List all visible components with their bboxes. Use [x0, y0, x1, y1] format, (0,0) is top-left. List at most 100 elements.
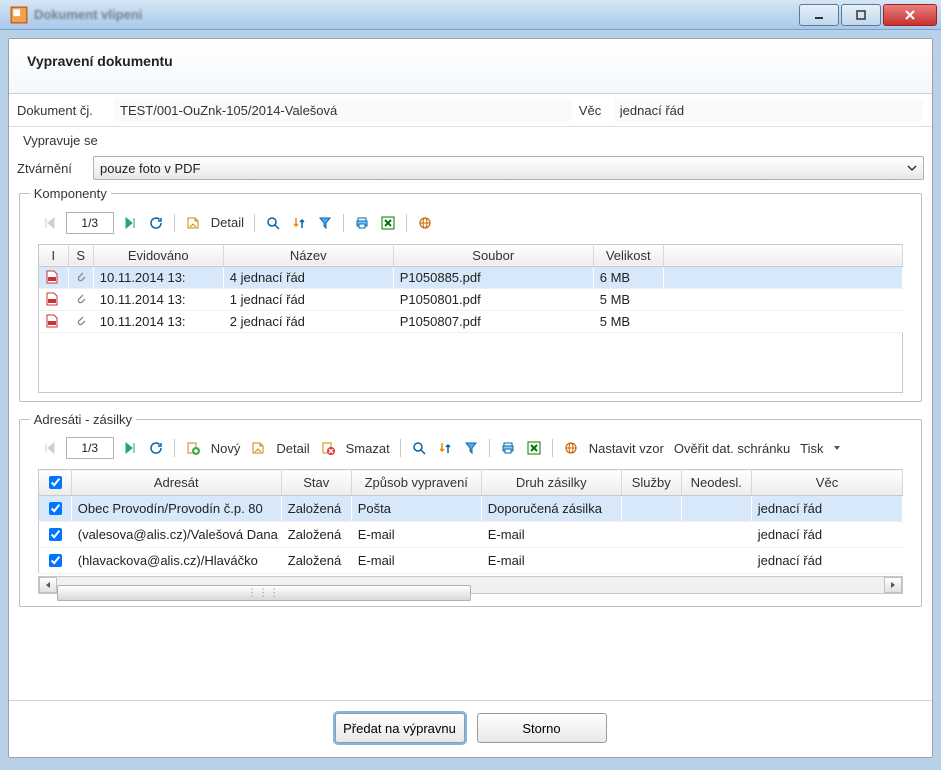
- komponenty-legend: Komponenty: [30, 186, 111, 201]
- overit-label[interactable]: Ověřit dat. schránku: [672, 441, 792, 456]
- detail-button[interactable]: [183, 212, 203, 234]
- col-druh[interactable]: Druh zásilky: [481, 470, 621, 496]
- table-row[interactable]: 10.11.2014 13:4 jednací řádP1050885.pdf6…: [38, 266, 903, 288]
- clip-icon: [68, 266, 93, 288]
- cell-druh: E-mail: [481, 548, 621, 574]
- detail-button[interactable]: [248, 437, 268, 459]
- detail-label[interactable]: Detail: [274, 441, 311, 456]
- cell-spacer: [663, 266, 903, 288]
- ztvarneni-label: Ztvárnění: [17, 161, 87, 176]
- cell-stav: Založená: [281, 548, 351, 574]
- cell-spacer: [663, 288, 903, 310]
- toolbar-separator: [254, 214, 255, 232]
- h-scrollbar[interactable]: ⋮⋮⋮: [38, 576, 904, 594]
- col-s[interactable]: S: [68, 244, 93, 266]
- vec-input[interactable]: [613, 98, 924, 122]
- excel-export-button[interactable]: [524, 437, 544, 459]
- detail-label[interactable]: Detail: [209, 215, 246, 230]
- print-button[interactable]: [498, 437, 518, 459]
- row-checkbox[interactable]: [38, 548, 71, 574]
- refresh-button[interactable]: [146, 212, 166, 234]
- refresh-button[interactable]: [146, 437, 166, 459]
- col-neodesl[interactable]: Neodesl.: [681, 470, 751, 496]
- toolbar-separator: [400, 439, 401, 457]
- toolbar-separator: [174, 439, 175, 457]
- row-checkbox[interactable]: [38, 522, 71, 548]
- first-page-button[interactable]: [40, 212, 60, 234]
- col-sluzby[interactable]: Služby: [621, 470, 681, 496]
- table-row[interactable]: Obec Provodín/Provodín č.p. 80ZaloženáPo…: [38, 496, 903, 522]
- search-button[interactable]: [409, 437, 429, 459]
- ztvarneni-row: Ztvárnění pouze foto v PDF: [9, 152, 932, 184]
- table-row[interactable]: (hlavackova@alis.cz)/HlaváčkoZaloženáE-m…: [38, 548, 903, 574]
- row-checkbox[interactable]: [38, 496, 71, 522]
- cell-velikost: 6 MB: [593, 266, 663, 288]
- sort-button[interactable]: [435, 437, 455, 459]
- select-all-checkbox[interactable]: [49, 476, 62, 489]
- cell-druh: E-mail: [481, 522, 621, 548]
- print-button[interactable]: [352, 212, 372, 234]
- table-row[interactable]: 10.11.2014 13:2 jednací řádP1050807.pdf5…: [38, 310, 903, 332]
- new-label[interactable]: Nový: [209, 441, 243, 456]
- new-button[interactable]: [183, 437, 203, 459]
- toolbar-separator: [489, 439, 490, 457]
- col-stav[interactable]: Stav: [281, 470, 351, 496]
- cell-vec: jednací řád: [751, 522, 903, 548]
- cell-neodesl: [681, 548, 751, 574]
- excel-export-button[interactable]: [378, 212, 398, 234]
- last-page-button[interactable]: [120, 437, 140, 459]
- cj-input[interactable]: [113, 98, 573, 122]
- globe-button[interactable]: [415, 212, 435, 234]
- col-velikost[interactable]: Velikost: [593, 244, 663, 266]
- minimize-button[interactable]: [799, 4, 839, 26]
- komponenty-grid: I S Evidováno Název Soubor Velikost 10.1…: [38, 244, 904, 393]
- tisk-dropdown-arrow[interactable]: [832, 444, 842, 452]
- col-vec[interactable]: Věc: [751, 470, 903, 496]
- pager-display[interactable]: 1/3: [66, 437, 114, 459]
- toolbar-separator: [174, 214, 175, 232]
- titlebar: Dokument vlipeni: [0, 0, 941, 30]
- cell-sluzby: [621, 548, 681, 574]
- adresati-grid: Adresát Stav Způsob vypravení Druh zásil…: [38, 469, 904, 574]
- pdf-icon: [38, 266, 68, 288]
- delete-button[interactable]: [318, 437, 338, 459]
- sort-button[interactable]: [289, 212, 309, 234]
- submit-button[interactable]: Předat na výpravnu: [335, 713, 465, 743]
- col-i[interactable]: I: [38, 244, 68, 266]
- col-soubor[interactable]: Soubor: [393, 244, 593, 266]
- pager-display[interactable]: 1/3: [66, 212, 114, 234]
- cell-velikost: 5 MB: [593, 288, 663, 310]
- komponenty-toolbar: 1/3 Detail: [30, 206, 912, 240]
- first-page-button[interactable]: [40, 437, 60, 459]
- vec-label: Věc: [579, 103, 607, 118]
- col-nazev[interactable]: Název: [223, 244, 393, 266]
- last-page-button[interactable]: [120, 212, 140, 234]
- maximize-button[interactable]: [841, 4, 881, 26]
- col-zpusob[interactable]: Způsob vypravení: [351, 470, 481, 496]
- scroll-right-arrow[interactable]: [884, 577, 902, 593]
- ztvarneni-select[interactable]: pouze foto v PDF: [93, 156, 924, 180]
- col-adresat[interactable]: Adresát: [71, 470, 281, 496]
- adresati-panel: Adresáti - zásilky 1/3 Nový Detail: [19, 412, 922, 608]
- search-button[interactable]: [263, 212, 283, 234]
- col-evidovano[interactable]: Evidováno: [93, 244, 223, 266]
- scroll-left-arrow[interactable]: [39, 577, 57, 593]
- filter-button[interactable]: [461, 437, 481, 459]
- window-buttons: [799, 4, 937, 26]
- cancel-button[interactable]: Storno: [477, 713, 607, 743]
- clip-icon: [68, 310, 93, 332]
- cell-adresat: Obec Provodín/Provodín č.p. 80: [71, 496, 281, 522]
- tisk-label[interactable]: Tisk: [798, 441, 825, 456]
- col-check[interactable]: [38, 470, 71, 496]
- delete-label[interactable]: Smazat: [344, 441, 392, 456]
- table-row[interactable]: 10.11.2014 13:1 jednací řádP1050801.pdf5…: [38, 288, 903, 310]
- nastavit-label[interactable]: Nastavit vzor: [587, 441, 666, 456]
- close-button[interactable]: [883, 4, 937, 26]
- scroll-thumb[interactable]: ⋮⋮⋮: [57, 585, 471, 601]
- table-row[interactable]: (valesova@alis.cz)/Valešová DanaZaložená…: [38, 522, 903, 548]
- globe-button[interactable]: [561, 437, 581, 459]
- cell-spacer: [663, 310, 903, 332]
- pdf-icon: [38, 310, 68, 332]
- filter-button[interactable]: [315, 212, 335, 234]
- komponenty-grid-wrap: I S Evidováno Název Soubor Velikost 10.1…: [38, 244, 904, 393]
